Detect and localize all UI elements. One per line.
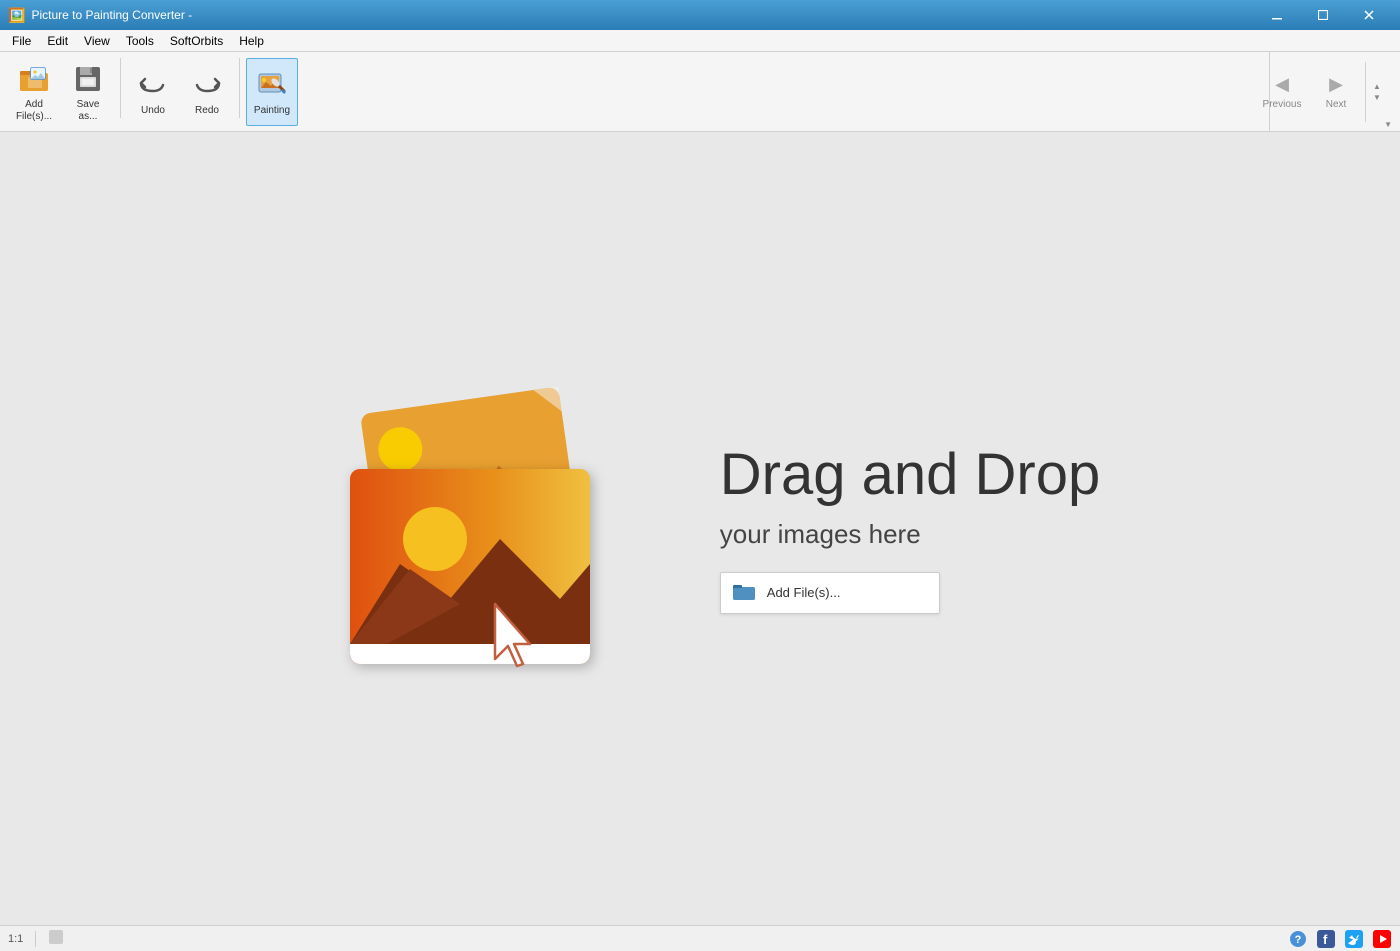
minimize-button[interactable]: [1254, 0, 1300, 30]
zoom-level: 1:1: [8, 933, 23, 945]
save-as-button[interactable]: Saveas...: [62, 58, 114, 126]
menu-tools[interactable]: Tools: [118, 30, 162, 51]
maximize-button[interactable]: [1300, 0, 1346, 30]
status-bar: 1:1 ? f: [0, 925, 1400, 951]
add-files-button[interactable]: AddFile(s)...: [8, 58, 60, 126]
status-sep-icon: [48, 929, 64, 948]
status-icons: ? f: [1288, 929, 1392, 949]
youtube-icon[interactable]: [1372, 929, 1392, 949]
redo-icon: [191, 69, 223, 101]
help-icon[interactable]: ?: [1288, 929, 1308, 949]
menu-softorbits[interactable]: SoftOrbits: [162, 30, 231, 51]
svg-text:f: f: [1323, 932, 1328, 947]
add-files-main-button[interactable]: Add File(s)...: [720, 572, 940, 614]
main-area[interactable]: Drag and Drop your images here Add File(…: [0, 132, 1400, 925]
toolbar-expand-arrow[interactable]: ▼: [1384, 120, 1392, 129]
menu-help[interactable]: Help: [231, 30, 272, 51]
toolbar-sep-1: [120, 58, 121, 118]
title-controls: [1254, 0, 1392, 30]
menu-edit[interactable]: Edit: [39, 30, 76, 51]
next-arrow-icon: ▶: [1329, 74, 1343, 95]
drop-zone-text: Drag and Drop your images here Add File(…: [720, 443, 1100, 614]
redo-button[interactable]: Redo: [181, 58, 233, 126]
status-sep-1: [35, 931, 36, 947]
illustration-svg: [300, 349, 660, 709]
previous-arrow-icon: ◀: [1275, 74, 1289, 95]
toolbar-group-main: AddFile(s)... Saveas...: [8, 58, 298, 126]
next-label: Next: [1326, 99, 1347, 110]
previous-label: Previous: [1263, 99, 1302, 110]
drag-drop-title: Drag and Drop: [720, 443, 1100, 507]
painting-label: Painting: [254, 105, 290, 117]
painting-icon: [256, 69, 288, 101]
save-icon: [72, 63, 104, 95]
undo-button[interactable]: Undo: [127, 58, 179, 126]
drop-zone-content: Drag and Drop your images here Add File(…: [300, 349, 1100, 709]
twitter-icon[interactable]: [1344, 929, 1364, 949]
drag-drop-subtitle: your images here: [720, 519, 1100, 550]
undo-label: Undo: [141, 105, 165, 117]
add-files-icon: [18, 63, 50, 95]
toolbar: AddFile(s)... Saveas...: [0, 52, 1400, 132]
painting-button[interactable]: Painting: [246, 58, 298, 126]
menu-bar: File Edit View Tools SoftOrbits Help: [0, 30, 1400, 52]
add-files-btn-label: Add File(s)...: [767, 585, 841, 600]
add-files-label: AddFile(s)...: [16, 99, 52, 123]
title-bar: 🖼️ Picture to Painting Converter -: [0, 0, 1400, 30]
previous-button[interactable]: ◀ Previous: [1257, 58, 1307, 126]
facebook-icon[interactable]: f: [1316, 929, 1336, 949]
next-button[interactable]: ▶ Next: [1311, 58, 1361, 126]
undo-icon: [137, 69, 169, 101]
folder-icon: [733, 581, 757, 604]
svg-text:?: ?: [1295, 934, 1302, 946]
redo-label: Redo: [195, 105, 219, 117]
title-text: Picture to Painting Converter -: [31, 8, 192, 22]
menu-view[interactable]: View: [76, 30, 118, 51]
save-as-label: Saveas...: [77, 99, 100, 123]
toolbar-sep-2: [239, 58, 240, 118]
close-button[interactable]: [1346, 0, 1392, 30]
app-icon: 🖼️: [8, 7, 25, 24]
toolbar-nav: ◀ Previous ▶ Next ▲ ▼: [1257, 52, 1384, 131]
scroll-indicator: ▲ ▼: [1370, 58, 1384, 126]
drop-zone-illustration: [300, 349, 660, 709]
menu-file[interactable]: File: [4, 30, 39, 51]
